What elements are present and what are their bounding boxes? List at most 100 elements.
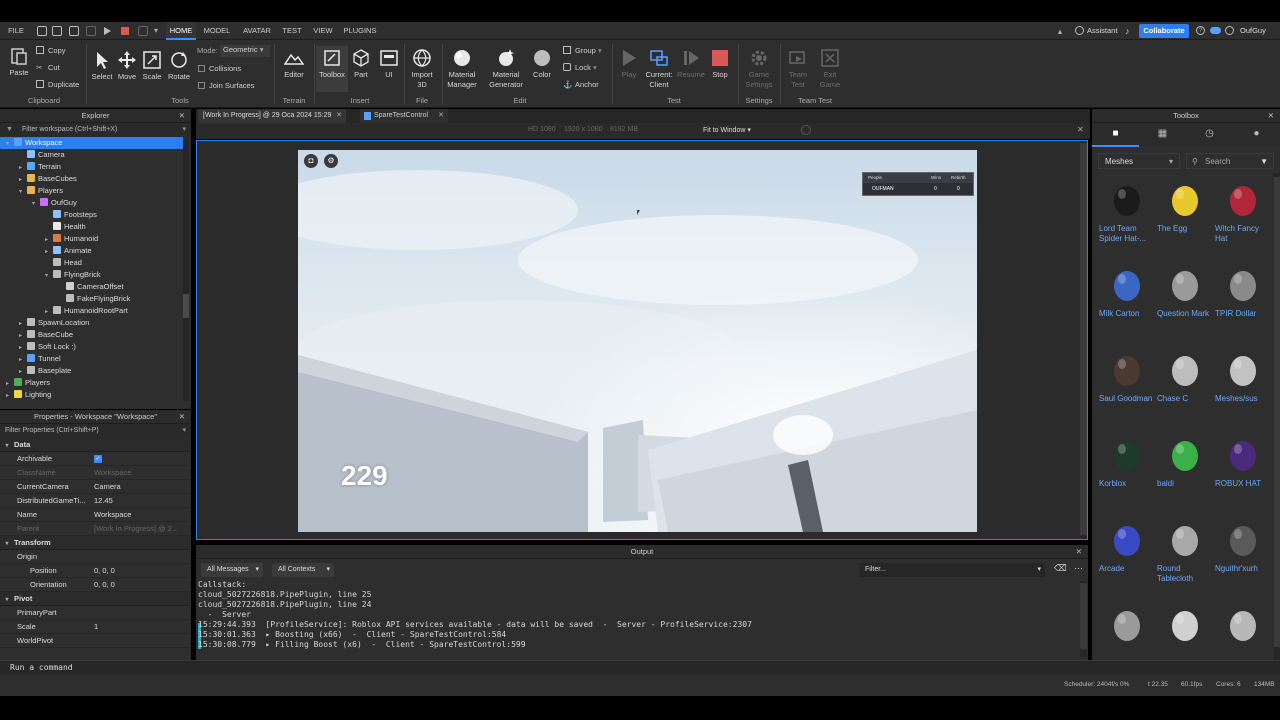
explorer-item[interactable]: ▾ Workspace bbox=[0, 137, 183, 149]
properties-filter-input[interactable]: Filter Properties (Ctrl+Shift+P) ▾ bbox=[0, 424, 191, 438]
redo-icon[interactable] bbox=[86, 26, 96, 36]
leaderboard-row[interactable]: OUFMAN 0 0 bbox=[863, 183, 973, 195]
assistant-button[interactable]: Assistant bbox=[1087, 22, 1117, 40]
asset-title[interactable]: Arcade bbox=[1099, 564, 1155, 574]
material-manager-button[interactable]: Material Manager bbox=[444, 48, 480, 90]
property-row[interactable]: WorldPivot bbox=[0, 634, 190, 648]
toolbox-button[interactable]: Toolbox bbox=[316, 46, 348, 92]
property-row[interactable]: Origin bbox=[0, 550, 190, 564]
close-icon[interactable]: ✕ bbox=[1076, 545, 1082, 559]
asset-title[interactable]: Nguithr'xurh bbox=[1215, 564, 1271, 574]
tab-view[interactable]: VIEW bbox=[310, 22, 336, 40]
explorer-item[interactable]: Health bbox=[0, 221, 183, 233]
close-icon[interactable]: ✕ bbox=[179, 410, 185, 424]
property-row[interactable]: Orientation 0, 0, 0 bbox=[0, 578, 190, 592]
join-surfaces-toggle[interactable]: Join Surfaces bbox=[198, 81, 254, 91]
save-icon[interactable] bbox=[69, 26, 79, 36]
notification-bell-icon[interactable]: ♪ bbox=[1125, 26, 1130, 36]
color-button[interactable]: Color bbox=[530, 48, 554, 80]
close-icon[interactable]: ✕ bbox=[1268, 109, 1274, 123]
quick-access-dropdown-icon[interactable]: ▾ bbox=[154, 26, 158, 35]
rotate-device-icon[interactable] bbox=[801, 125, 811, 135]
collaborate-button[interactable]: Collaborate bbox=[1139, 24, 1189, 38]
message-filter-dropdown[interactable]: All Messages ▾ bbox=[201, 563, 263, 577]
asset-title[interactable]: Meshes/sus bbox=[1215, 394, 1271, 404]
recent-clock-icon[interactable]: ◷ bbox=[1186, 123, 1233, 147]
explorer-item[interactable]: Footsteps bbox=[0, 209, 183, 221]
tab-test[interactable]: TEST bbox=[280, 22, 304, 40]
context-filter-dropdown[interactable]: All Contexts ▾ bbox=[272, 563, 334, 577]
asset-title[interactable]: Korblox bbox=[1099, 479, 1155, 489]
explorer-item[interactable]: Camera bbox=[0, 149, 183, 161]
explorer-item[interactable]: ▾ Players bbox=[0, 185, 183, 197]
terrain-editor-button[interactable]: Editor bbox=[280, 48, 308, 80]
asset-thumbnail[interactable] bbox=[1165, 179, 1205, 219]
open-icon[interactable] bbox=[52, 26, 62, 36]
collapse-ribbon-icon[interactable]: ▴ bbox=[1058, 27, 1062, 36]
close-icon[interactable]: ✕ bbox=[438, 109, 444, 123]
property-value[interactable]: 12.45 bbox=[94, 494, 113, 508]
toolbox-scrollbar[interactable] bbox=[1274, 173, 1280, 660]
explorer-item[interactable]: ▸ Soft Lock :) bbox=[0, 341, 183, 353]
collisions-toggle[interactable]: Collisions bbox=[198, 64, 241, 74]
share-icon[interactable] bbox=[1225, 26, 1234, 35]
inventory-grid-icon[interactable]: ▦ bbox=[1139, 123, 1186, 147]
more-options-icon[interactable]: ⋯ bbox=[1074, 563, 1083, 574]
toolbox-search-input[interactable]: ⚲ Search ▼ bbox=[1186, 153, 1274, 169]
asset-thumbnail[interactable] bbox=[1223, 434, 1263, 474]
property-row[interactable]: Position 0, 0, 0 bbox=[0, 564, 190, 578]
property-value[interactable]: Workspace bbox=[94, 508, 131, 522]
close-icon[interactable]: ✕ bbox=[336, 109, 342, 123]
explorer-item[interactable]: ▸ Terrain bbox=[0, 161, 183, 173]
explorer-item[interactable]: ▾ OufGuy bbox=[0, 197, 183, 209]
property-row[interactable]: ClassName Workspace bbox=[0, 466, 190, 480]
cut-button[interactable]: ✂ Cut bbox=[36, 63, 60, 73]
collapse-arrow-icon[interactable]: ▾ bbox=[0, 593, 14, 607]
asset-title[interactable]: The Egg bbox=[1157, 224, 1213, 234]
collapse-arrow-icon[interactable]: ▾ bbox=[0, 439, 14, 453]
property-value[interactable]: 0, 0, 0 bbox=[94, 564, 115, 578]
mode-dropdown[interactable]: Geometric ▾ bbox=[220, 45, 270, 57]
asset-thumbnail[interactable] bbox=[1107, 264, 1147, 304]
asset-title[interactable]: Witch Fancy Hat bbox=[1215, 224, 1271, 244]
rotate-tool-button[interactable]: Rotate bbox=[166, 50, 192, 82]
property-section-header[interactable]: ▾ Data bbox=[0, 438, 190, 452]
explorer-item[interactable]: ▸ Humanoid bbox=[0, 233, 183, 245]
asset-thumbnail[interactable] bbox=[1107, 604, 1147, 644]
play-button[interactable]: Play bbox=[616, 48, 642, 80]
output-scrollbar[interactable] bbox=[1080, 581, 1087, 657]
import-3d-button[interactable]: Import 3D bbox=[406, 48, 438, 90]
undo-icon[interactable] bbox=[138, 26, 148, 36]
creations-bulb-icon[interactable]: ● bbox=[1233, 123, 1280, 147]
tab-avatar[interactable]: AVATAR bbox=[240, 22, 274, 40]
property-value[interactable]: [Work In Progress] @ 2... bbox=[94, 522, 178, 536]
asset-title[interactable]: baldi bbox=[1157, 479, 1213, 489]
explorer-item[interactable]: ▸ Players bbox=[0, 377, 183, 389]
close-icon[interactable]: ✕ bbox=[179, 109, 185, 123]
file-menu[interactable]: FILE bbox=[4, 22, 28, 40]
explorer-item[interactable]: ▸ SpawnLocation bbox=[0, 317, 183, 329]
property-value[interactable]: Camera bbox=[94, 480, 121, 494]
marketplace-bag-icon[interactable]: ■ bbox=[1092, 123, 1139, 147]
lock-button[interactable]: Lock ▾ bbox=[563, 63, 597, 73]
cloud-icon[interactable] bbox=[1210, 27, 1221, 34]
asset-thumbnail[interactable] bbox=[1107, 349, 1147, 389]
explorer-filter-input[interactable]: ▼ Filter workspace (Ctrl+Shift+X) ▾ bbox=[0, 123, 191, 137]
asset-title[interactable]: Question Mark bbox=[1157, 309, 1213, 319]
asset-title[interactable]: Round Tablecloth bbox=[1157, 564, 1213, 584]
select-tool-button[interactable]: Select bbox=[90, 50, 114, 82]
asset-thumbnail[interactable] bbox=[1165, 434, 1205, 474]
property-value[interactable]: 1 bbox=[94, 620, 98, 634]
help-icon[interactable]: ? bbox=[1196, 26, 1205, 35]
duplicate-button[interactable]: Duplicate bbox=[36, 80, 79, 90]
tab-place-document[interactable]: [Work In Progress] @ 29 Oca 2024 15:29 ✕ bbox=[198, 109, 346, 123]
tab-plugins[interactable]: PLUGINS bbox=[342, 22, 378, 40]
property-section-header[interactable]: ▾ Transform bbox=[0, 536, 190, 550]
material-generator-button[interactable]: Material Generator bbox=[486, 48, 526, 90]
stop-button[interactable]: Stop bbox=[708, 48, 732, 80]
exit-game-button[interactable]: Exit Game bbox=[816, 48, 844, 90]
filter-icon[interactable]: ▼ bbox=[1260, 154, 1268, 170]
property-value[interactable]: 0, 0, 0 bbox=[94, 578, 115, 592]
asset-thumbnail[interactable] bbox=[1223, 349, 1263, 389]
explorer-item[interactable]: ▸ BaseCubes bbox=[0, 173, 183, 185]
